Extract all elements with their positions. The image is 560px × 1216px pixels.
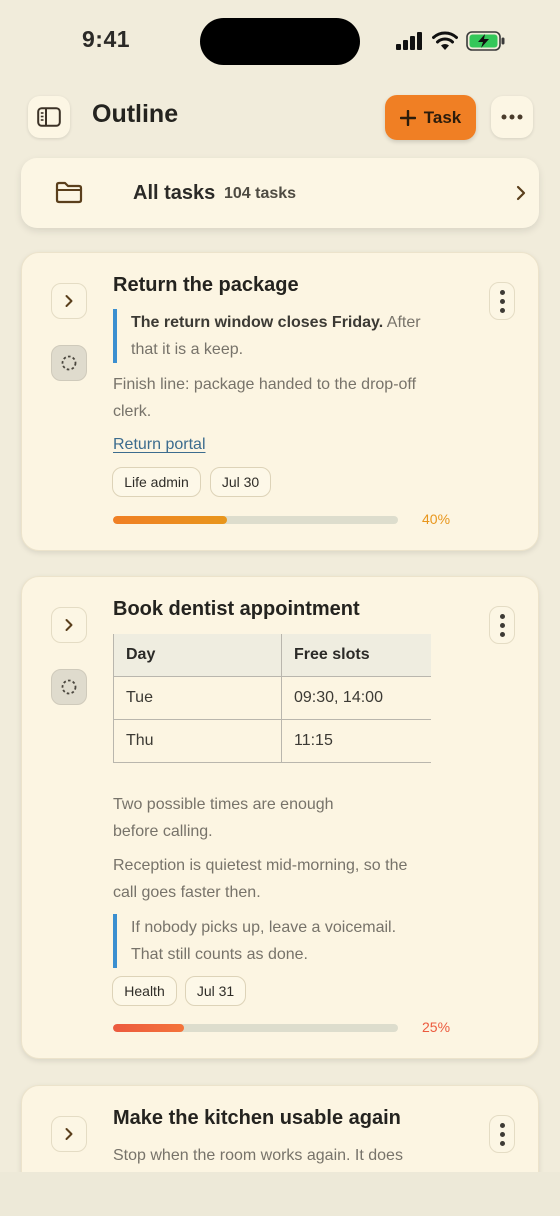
battery-charging-icon xyxy=(466,31,505,51)
menu-dot xyxy=(499,631,505,637)
table-header-cell: Day xyxy=(113,634,282,677)
menu-dot xyxy=(499,289,505,295)
task-title: Book dentist appointment xyxy=(113,598,360,620)
task-tag[interactable]: Health xyxy=(112,976,177,1006)
return-portal-link[interactable]: Return portal xyxy=(113,436,206,454)
task-progress-fill xyxy=(113,516,227,524)
free-slots-table: Day Free slots Tue 09:30, 14:00 Thu 11:1… xyxy=(113,634,431,763)
task-quote: If nobody picks up, leave a voicemail. T… xyxy=(113,914,423,968)
chevron-right-icon xyxy=(65,1128,73,1140)
dashed-circle-icon xyxy=(61,679,77,695)
status-time: 9:41 xyxy=(82,26,131,52)
bottom-safe-area xyxy=(0,1172,560,1216)
sidebar-toggle-button[interactable] xyxy=(28,96,70,138)
task-due-date[interactable]: Jul 30 xyxy=(210,467,271,497)
task-progress-bar xyxy=(113,1024,398,1032)
menu-dot xyxy=(499,622,505,628)
dashed-circle-icon xyxy=(61,355,77,371)
menu-dot xyxy=(499,613,505,619)
add-task-label: Task xyxy=(423,107,462,127)
task-progress-fill xyxy=(113,1024,185,1032)
task-note: Stop when the room works again. It does xyxy=(113,1147,403,1164)
table-cell: Thu xyxy=(113,719,282,763)
task-menu-button[interactable] xyxy=(489,1115,515,1153)
task-progress-label: 25% xyxy=(422,1019,451,1035)
table-cell: 09:30, 14:00 xyxy=(281,676,431,720)
status-icons xyxy=(396,30,506,52)
task-card: Return the package The return window clo… xyxy=(21,252,539,551)
menu-dot xyxy=(499,307,505,313)
chevron-right-icon xyxy=(516,185,526,201)
task-quote: The return window closes Friday. After t… xyxy=(113,309,433,363)
table-row: Tue 09:30, 14:00 xyxy=(113,676,431,720)
task-quote-emphasis: The return window closes Friday. xyxy=(131,314,384,331)
task-progress-bar xyxy=(113,516,398,524)
task-title: Make the kitchen usable again xyxy=(113,1107,401,1129)
expand-task-button[interactable] xyxy=(51,1116,87,1152)
task-paragraph: Reception is quietest mid-morning, so th… xyxy=(113,857,408,901)
status-bar: 9:41 xyxy=(0,0,560,84)
expand-task-button[interactable] xyxy=(51,283,87,319)
wifi-icon xyxy=(432,31,458,50)
plus-icon xyxy=(399,109,416,126)
more-options-button[interactable] xyxy=(491,96,533,138)
task-status-toggle[interactable] xyxy=(51,669,87,705)
task-due-date[interactable]: Jul 31 xyxy=(185,976,246,1006)
chevron-right-icon xyxy=(65,619,73,631)
task-status-toggle[interactable] xyxy=(51,345,87,381)
cellular-signal-icon xyxy=(396,32,422,50)
table-cell: Tue xyxy=(113,676,282,720)
table-cell: 11:15 xyxy=(281,719,431,763)
menu-dot xyxy=(499,1122,505,1128)
task-title: Return the package xyxy=(113,274,299,296)
sidebar-icon xyxy=(37,107,61,127)
task-note: Finish line: package handed to the drop-… xyxy=(113,376,417,420)
task-progress-label: 40% xyxy=(422,511,451,527)
dynamic-island xyxy=(200,18,360,65)
all-tasks-row[interactable]: All tasks 104 tasks xyxy=(21,158,539,228)
task-card: Book dentist appointment Day Free slots … xyxy=(21,576,539,1059)
task-tag[interactable]: Life admin xyxy=(112,467,201,497)
app-header: Outline Task xyxy=(0,92,560,142)
menu-dot xyxy=(499,1131,505,1137)
menu-dot xyxy=(499,1140,505,1146)
task-menu-button[interactable] xyxy=(489,282,515,320)
all-tasks-label: All tasks xyxy=(133,182,216,204)
expand-task-button[interactable] xyxy=(51,607,87,643)
table-header-cell: Free slots xyxy=(281,634,431,677)
ellipsis-icon xyxy=(501,114,523,120)
chevron-right-icon xyxy=(65,295,73,307)
task-paragraph: Two possible times are enough before cal… xyxy=(113,796,334,840)
table-header-row: Day Free slots xyxy=(113,634,431,677)
menu-dot xyxy=(499,298,505,304)
table-row: Thu 11:15 xyxy=(113,719,431,763)
page-title: Outline xyxy=(92,100,179,128)
folder-icon xyxy=(55,181,83,204)
add-task-button[interactable]: Task xyxy=(385,95,476,140)
all-tasks-count: 104 tasks xyxy=(224,185,297,202)
task-menu-button[interactable] xyxy=(489,606,515,644)
